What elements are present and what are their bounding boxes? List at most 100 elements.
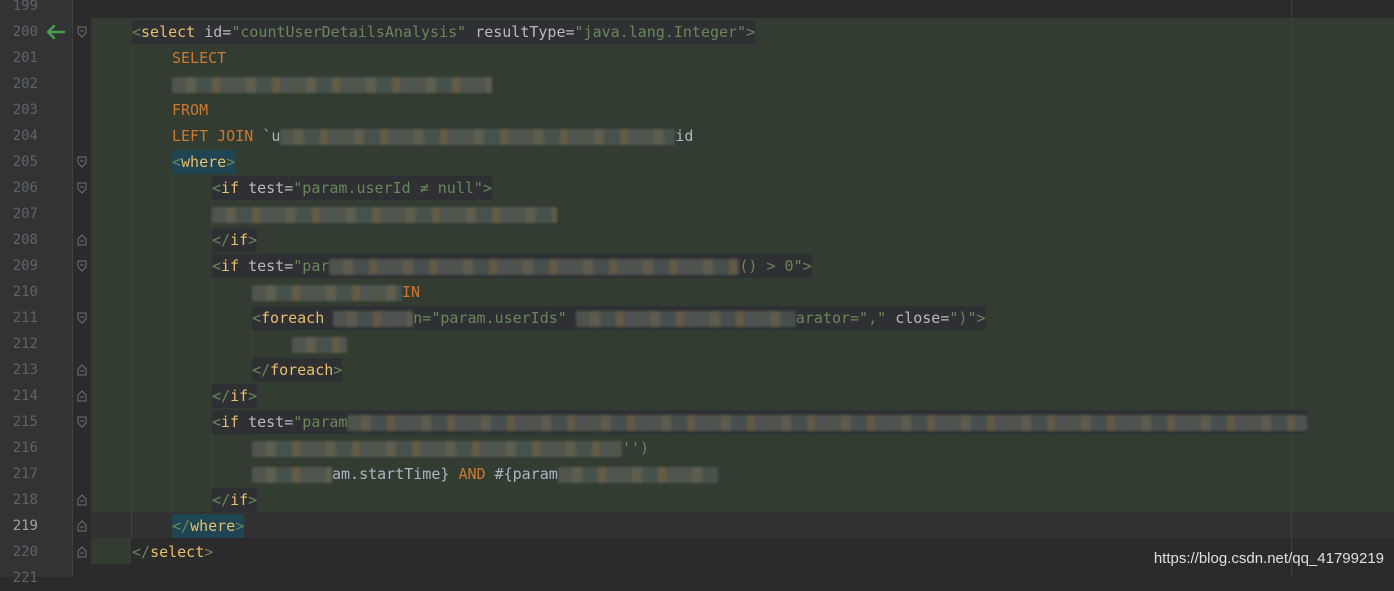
code-line[interactable]: 219 </where> — [0, 513, 1394, 539]
code-text[interactable]: </if> — [212, 227, 258, 253]
code-text[interactable]: am.startTime} AND #{param — [252, 461, 718, 487]
line-number: 211 — [12, 310, 38, 326]
line-number: 204 — [12, 128, 38, 144]
fold-open-icon[interactable] — [77, 260, 87, 272]
code-line[interactable]: 206 <if test="param.userId ≠ null"> — [0, 175, 1394, 201]
code-token: AND — [458, 465, 495, 483]
fold-open-icon[interactable] — [77, 156, 87, 168]
code-token: resultType= — [475, 23, 575, 41]
code-token: `u — [262, 127, 281, 145]
code-line[interactable]: 201 SELECT — [0, 45, 1394, 71]
code-text[interactable]: </if> — [212, 487, 258, 513]
code-line[interactable]: 208 </if> — [0, 227, 1394, 253]
code-line[interactable]: 221 — [0, 565, 1394, 591]
code-line[interactable]: 217 am.startTime} AND #{param — [0, 461, 1394, 487]
code-text[interactable] — [172, 71, 492, 97]
code-line[interactable]: 205 <where> — [0, 149, 1394, 175]
navigate-to-method-arrow-icon[interactable] — [44, 23, 66, 41]
code-token: </ — [172, 517, 191, 535]
watermark: https://blog.csdn.net/qq_41799219 — [1153, 550, 1384, 567]
code-token: "java.lang.Integer" — [574, 23, 747, 41]
code-text[interactable]: <where> — [172, 149, 236, 175]
code-token: ")" — [949, 309, 977, 327]
code-line[interactable]: 213 </foreach> — [0, 357, 1394, 383]
code-token: < — [212, 179, 222, 197]
code-line[interactable]: 211 <foreach n="param.userIds" arator=","… — [0, 305, 1394, 331]
code-line[interactable]: 212 — [0, 331, 1394, 357]
code-token: > — [248, 491, 258, 509]
code-text[interactable]: <if test="param — [212, 409, 1308, 435]
line-number: 212 — [12, 336, 38, 352]
fold-close-icon[interactable] — [77, 520, 87, 532]
redacted-text — [557, 466, 718, 483]
code-text[interactable]: </select> — [132, 539, 213, 565]
code-token: > — [333, 361, 343, 379]
code-line[interactable]: 214 </if> — [0, 383, 1394, 409]
line-number: 207 — [12, 206, 38, 222]
redacted-text — [333, 310, 414, 327]
code-line[interactable]: 215 <if test="param — [0, 409, 1394, 435]
code-token: > — [746, 23, 756, 41]
code-text[interactable]: </foreach> — [252, 357, 343, 383]
line-number: 202 — [12, 76, 38, 92]
code-line[interactable]: 199 — [0, 0, 1394, 19]
code-token: foreach — [261, 309, 334, 327]
code-token: close= — [895, 309, 950, 327]
code-line[interactable]: 218 </if> — [0, 487, 1394, 513]
code-line[interactable]: 210 IN — [0, 279, 1394, 305]
redacted-text — [280, 128, 676, 145]
code-token: n="param.userIds" — [413, 309, 576, 327]
code-line[interactable]: 200 <select id="countUserDetailsAnalysis"… — [0, 19, 1394, 45]
fold-close-icon[interactable] — [77, 390, 87, 402]
code-text[interactable] — [212, 201, 557, 227]
code-line[interactable]: 204 LEFT JOIN `u id — [0, 123, 1394, 149]
code-line[interactable]: 203 FROM — [0, 97, 1394, 123]
code-token: </ — [132, 543, 151, 561]
code-line[interactable]: 202 — [0, 71, 1394, 97]
code-text[interactable]: </if> — [212, 383, 258, 409]
code-text[interactable]: SELECT — [172, 45, 226, 71]
fold-open-icon[interactable] — [77, 312, 87, 324]
code-line[interactable]: 209 <if test="par () > 0"> — [0, 253, 1394, 279]
code-token: select — [141, 23, 205, 41]
code-token: () > 0" — [739, 257, 803, 275]
code-token: < — [212, 413, 222, 431]
code-token: id= — [204, 23, 232, 41]
code-text[interactable]: <select id="countUserDetailsAnalysis" re… — [132, 19, 756, 45]
line-number: 216 — [12, 440, 38, 456]
code-text[interactable]: '') — [252, 435, 649, 461]
redacted-text — [212, 206, 557, 223]
code-text[interactable]: LEFT JOIN `u id — [172, 123, 693, 149]
code-text[interactable]: FROM — [172, 97, 208, 123]
code-token: where — [190, 517, 236, 535]
code-token: where — [181, 153, 227, 171]
fold-close-icon[interactable] — [77, 234, 87, 246]
code-text[interactable]: <if test="par () > 0"> — [212, 253, 812, 279]
code-token: > — [226, 153, 236, 171]
code-text[interactable]: </where> — [172, 513, 245, 539]
fold-open-icon[interactable] — [77, 182, 87, 194]
redacted-text — [329, 258, 740, 275]
code-text[interactable]: <foreach n="param.userIds" arator="," cl… — [252, 305, 986, 331]
fold-open-icon[interactable] — [77, 416, 87, 428]
code-token: test= — [248, 413, 294, 431]
code-line[interactable]: 207 — [0, 201, 1394, 227]
code-text[interactable]: <if test="param.userId ≠ null"> — [212, 175, 492, 201]
code-token: if — [230, 387, 249, 405]
code-line[interactable]: 216 '') — [0, 435, 1394, 461]
code-token: id — [675, 127, 694, 145]
fold-open-icon[interactable] — [77, 26, 87, 38]
fold-close-icon[interactable] — [77, 494, 87, 506]
code-token: > — [248, 387, 258, 405]
line-number: 219 — [12, 518, 38, 534]
code-token: LEFT JOIN — [172, 127, 263, 145]
line-number: 208 — [12, 232, 38, 248]
code-token: < — [172, 153, 182, 171]
line-number: 215 — [12, 414, 38, 430]
code-text[interactable] — [292, 331, 347, 357]
line-number: 206 — [12, 180, 38, 196]
fold-close-icon[interactable] — [77, 364, 87, 376]
code-token: '') — [622, 439, 650, 457]
code-text[interactable]: IN — [252, 279, 420, 305]
fold-close-icon[interactable] — [77, 546, 87, 558]
